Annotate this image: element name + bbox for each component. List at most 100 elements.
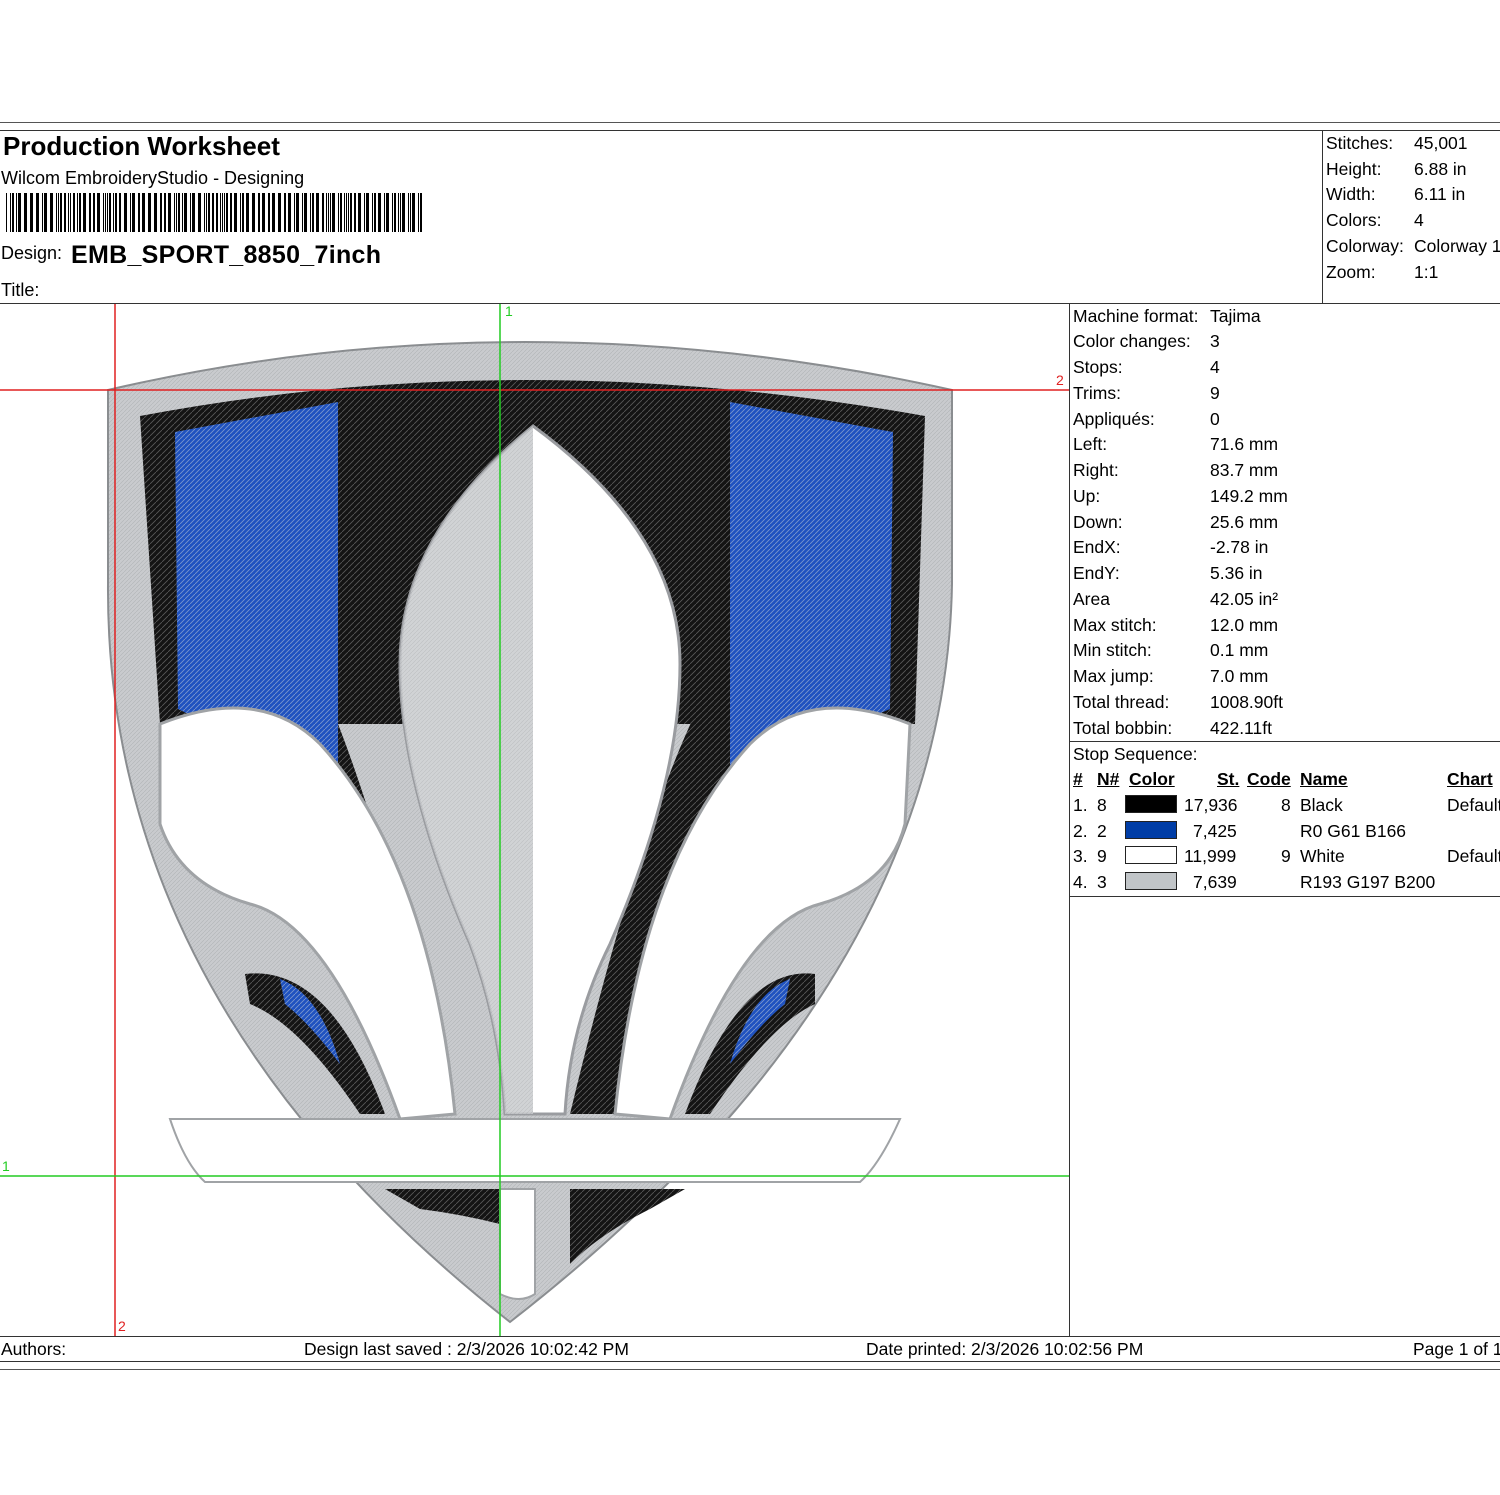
barcode-bar bbox=[132, 193, 135, 232]
stat-label: Max jump: bbox=[1073, 666, 1154, 686]
barcode-bar bbox=[50, 193, 53, 232]
summary-label: Zoom: bbox=[1326, 262, 1376, 282]
row-name: R0 G61 B166 bbox=[1300, 821, 1407, 841]
barcode-bar bbox=[354, 193, 356, 232]
barcode-bar bbox=[294, 193, 295, 232]
barcode-bar bbox=[418, 193, 419, 232]
stat-value: 422.11ft bbox=[1210, 718, 1272, 738]
barcode-bar bbox=[330, 193, 331, 232]
summary-value: 45,001 bbox=[1414, 133, 1468, 153]
barcode-bar bbox=[198, 193, 201, 232]
stat-label: Right: bbox=[1073, 460, 1119, 480]
barcode-bar bbox=[109, 193, 111, 232]
barcode-bar bbox=[154, 193, 157, 232]
barcode-bar bbox=[420, 193, 422, 232]
barcode-bar bbox=[394, 193, 396, 232]
barcode-bar bbox=[44, 193, 47, 232]
footer-printed: Date printed: 2/3/2026 10:02:56 PM bbox=[866, 1339, 1144, 1359]
barcode-bar bbox=[130, 193, 131, 232]
barcode-bar bbox=[304, 193, 307, 232]
row-num: 2. bbox=[1073, 821, 1088, 841]
barcode-bar bbox=[224, 193, 225, 232]
barcode-bar bbox=[64, 193, 66, 232]
summary-value: 6.11 in bbox=[1414, 184, 1466, 204]
barcode-bar bbox=[42, 193, 43, 232]
design-label: Design: bbox=[1, 243, 63, 263]
stat-value: 5.36 in bbox=[1210, 563, 1263, 583]
barcode-bar bbox=[24, 193, 27, 232]
barcode-bar bbox=[36, 193, 39, 232]
barcode-bar bbox=[58, 193, 59, 232]
row-chart: Default bbox=[1447, 846, 1500, 866]
stat-value: 71.6 mm bbox=[1210, 434, 1279, 454]
barcode-bar bbox=[148, 193, 151, 232]
color-swatch bbox=[1125, 872, 1177, 890]
summary-label: Colorway: bbox=[1326, 236, 1404, 256]
stat-value: -2.78 in bbox=[1210, 537, 1269, 557]
barcode-bar bbox=[168, 193, 171, 232]
barcode-bar bbox=[79, 193, 81, 232]
barcode-bar bbox=[142, 193, 145, 232]
stat-value: 7.0 mm bbox=[1210, 666, 1269, 686]
barcode-bar bbox=[113, 193, 114, 232]
guide-label-red-right: 2 bbox=[1056, 372, 1064, 388]
barcode-bar bbox=[115, 193, 117, 232]
barcode-bar bbox=[10, 193, 11, 232]
lily-stem-bottom bbox=[499, 1188, 536, 1300]
stat-value: 25.6 mm bbox=[1210, 512, 1279, 532]
col-header-chart: Chart bbox=[1447, 769, 1493, 789]
stat-label: Color changes: bbox=[1073, 331, 1191, 351]
footer-page: Page 1 of 1 bbox=[1413, 1339, 1500, 1359]
barcode bbox=[6, 193, 424, 232]
stat-label: Machine format: bbox=[1073, 306, 1199, 326]
barcode-bar bbox=[18, 193, 21, 232]
summary-value: 6.88 in bbox=[1414, 159, 1467, 179]
barcode-bar bbox=[240, 193, 241, 232]
row-needle: 8 bbox=[1097, 795, 1107, 815]
row-needle: 9 bbox=[1097, 846, 1107, 866]
barcode-bar bbox=[322, 193, 324, 232]
stat-label: EndX: bbox=[1073, 537, 1121, 557]
barcode-bar bbox=[346, 193, 347, 232]
barcode-bar bbox=[160, 193, 162, 232]
barcode-bar bbox=[138, 193, 140, 232]
barcode-bar bbox=[230, 193, 232, 232]
barcode-bar bbox=[105, 193, 106, 232]
barcode-bar bbox=[288, 193, 291, 232]
barcode-bar bbox=[364, 193, 365, 232]
barcode-bar bbox=[83, 193, 86, 232]
barcode-bar bbox=[366, 193, 369, 232]
summary-value: 1:1 bbox=[1414, 262, 1439, 282]
row-name: Black bbox=[1300, 795, 1343, 815]
col-header-num: # bbox=[1073, 769, 1083, 789]
guide-label-red-bottom: 2 bbox=[118, 1318, 126, 1334]
barcode-bar bbox=[103, 193, 104, 232]
footer-top-line bbox=[0, 1336, 1500, 1337]
title-label: Title: bbox=[1, 280, 40, 300]
barcode-bar bbox=[400, 193, 401, 232]
barcode-bar bbox=[258, 193, 260, 232]
top-border bbox=[0, 122, 1500, 123]
barcode-bar bbox=[278, 193, 281, 232]
barcode-bar bbox=[178, 193, 180, 232]
stat-label: EndY: bbox=[1073, 563, 1120, 583]
summary-divider bbox=[1322, 130, 1323, 304]
barcode-bar bbox=[176, 193, 177, 232]
seq-top-line bbox=[1069, 741, 1500, 742]
bottom-border bbox=[0, 1369, 1500, 1370]
barcode-bar bbox=[68, 193, 69, 232]
barcode-bar bbox=[340, 193, 342, 232]
row-stitches: 11,999 bbox=[1184, 846, 1237, 866]
barcode-bar bbox=[73, 193, 75, 232]
row-stitches: 17,936 bbox=[1184, 795, 1238, 815]
col-header-needle: N# bbox=[1097, 769, 1120, 789]
barcode-bar bbox=[332, 193, 335, 232]
barcode-bar bbox=[412, 193, 415, 232]
barcode-bar bbox=[164, 193, 166, 232]
barcode-bar bbox=[204, 193, 205, 232]
barcode-bar bbox=[16, 193, 17, 232]
barcode-bar bbox=[56, 193, 57, 232]
barcode-bar bbox=[190, 193, 191, 232]
summary-label: Stitches: bbox=[1326, 133, 1394, 153]
barcode-bar bbox=[30, 193, 33, 232]
